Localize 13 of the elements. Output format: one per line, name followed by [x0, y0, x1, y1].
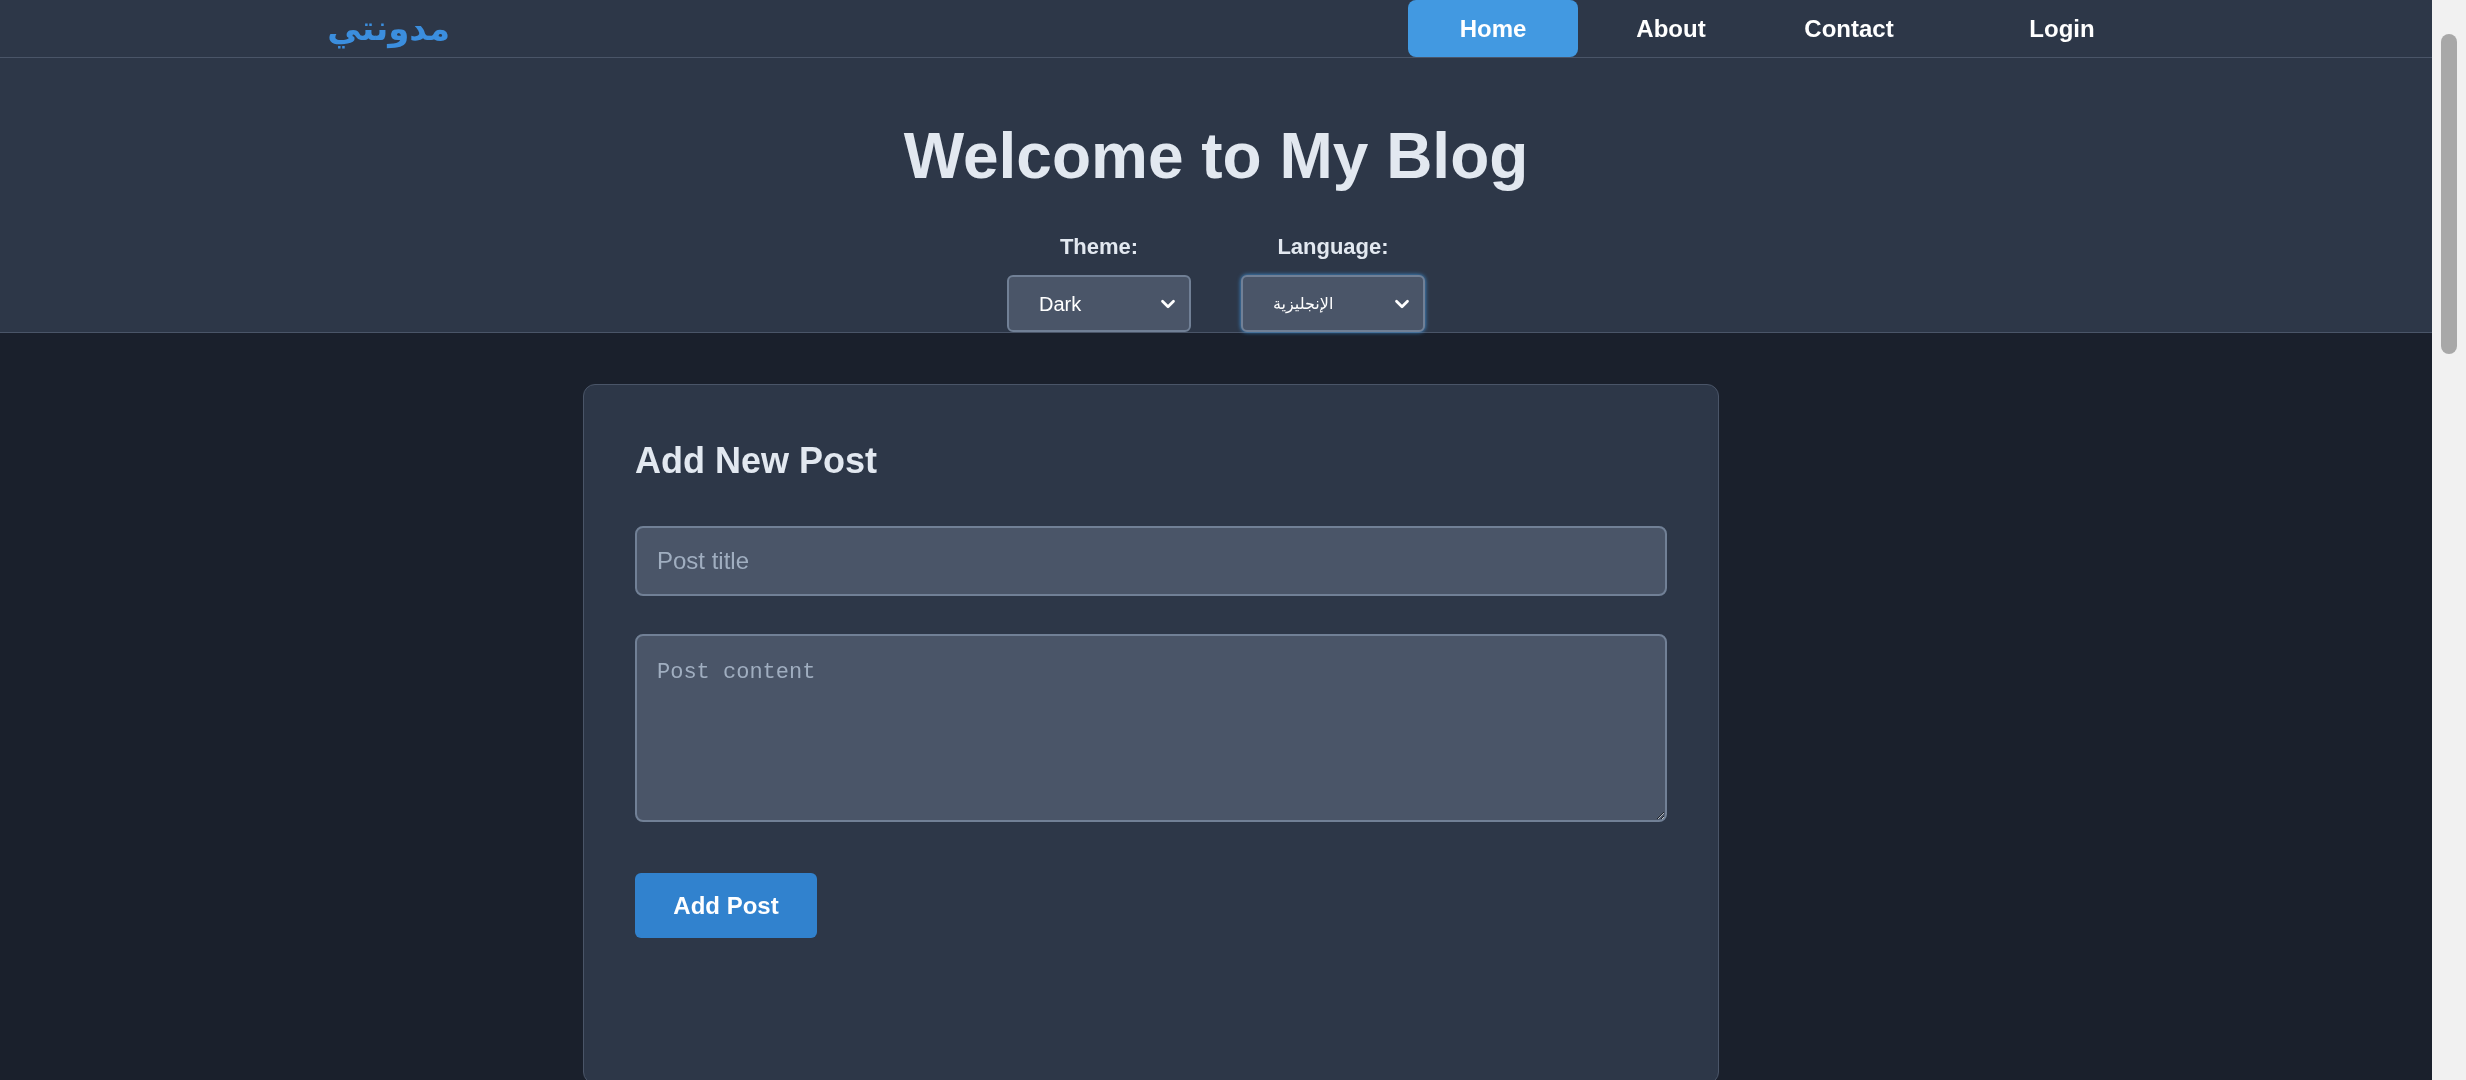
nav-link[interactable]: About [1586, 0, 1756, 57]
select-label: Theme: [1059, 233, 1139, 261]
add-post-button[interactable]: Add Post [635, 873, 817, 938]
scrollbar-thumb[interactable] [2441, 34, 2457, 354]
post-title-field[interactable]: Post title [635, 526, 1667, 596]
post-content-field[interactable]: Post content [635, 634, 1667, 822]
nav-link[interactable]: Login [1962, 0, 2162, 57]
select-label: Language: [1277, 233, 1389, 261]
scrollbar[interactable] [2432, 0, 2466, 1080]
dropdown-select[interactable]: Dark [1007, 275, 1191, 332]
nav-link[interactable]: Contact [1764, 0, 1934, 57]
dropdown-select[interactable]: الإنجليزية [1241, 275, 1425, 332]
form-title: Add New Post [635, 443, 878, 479]
